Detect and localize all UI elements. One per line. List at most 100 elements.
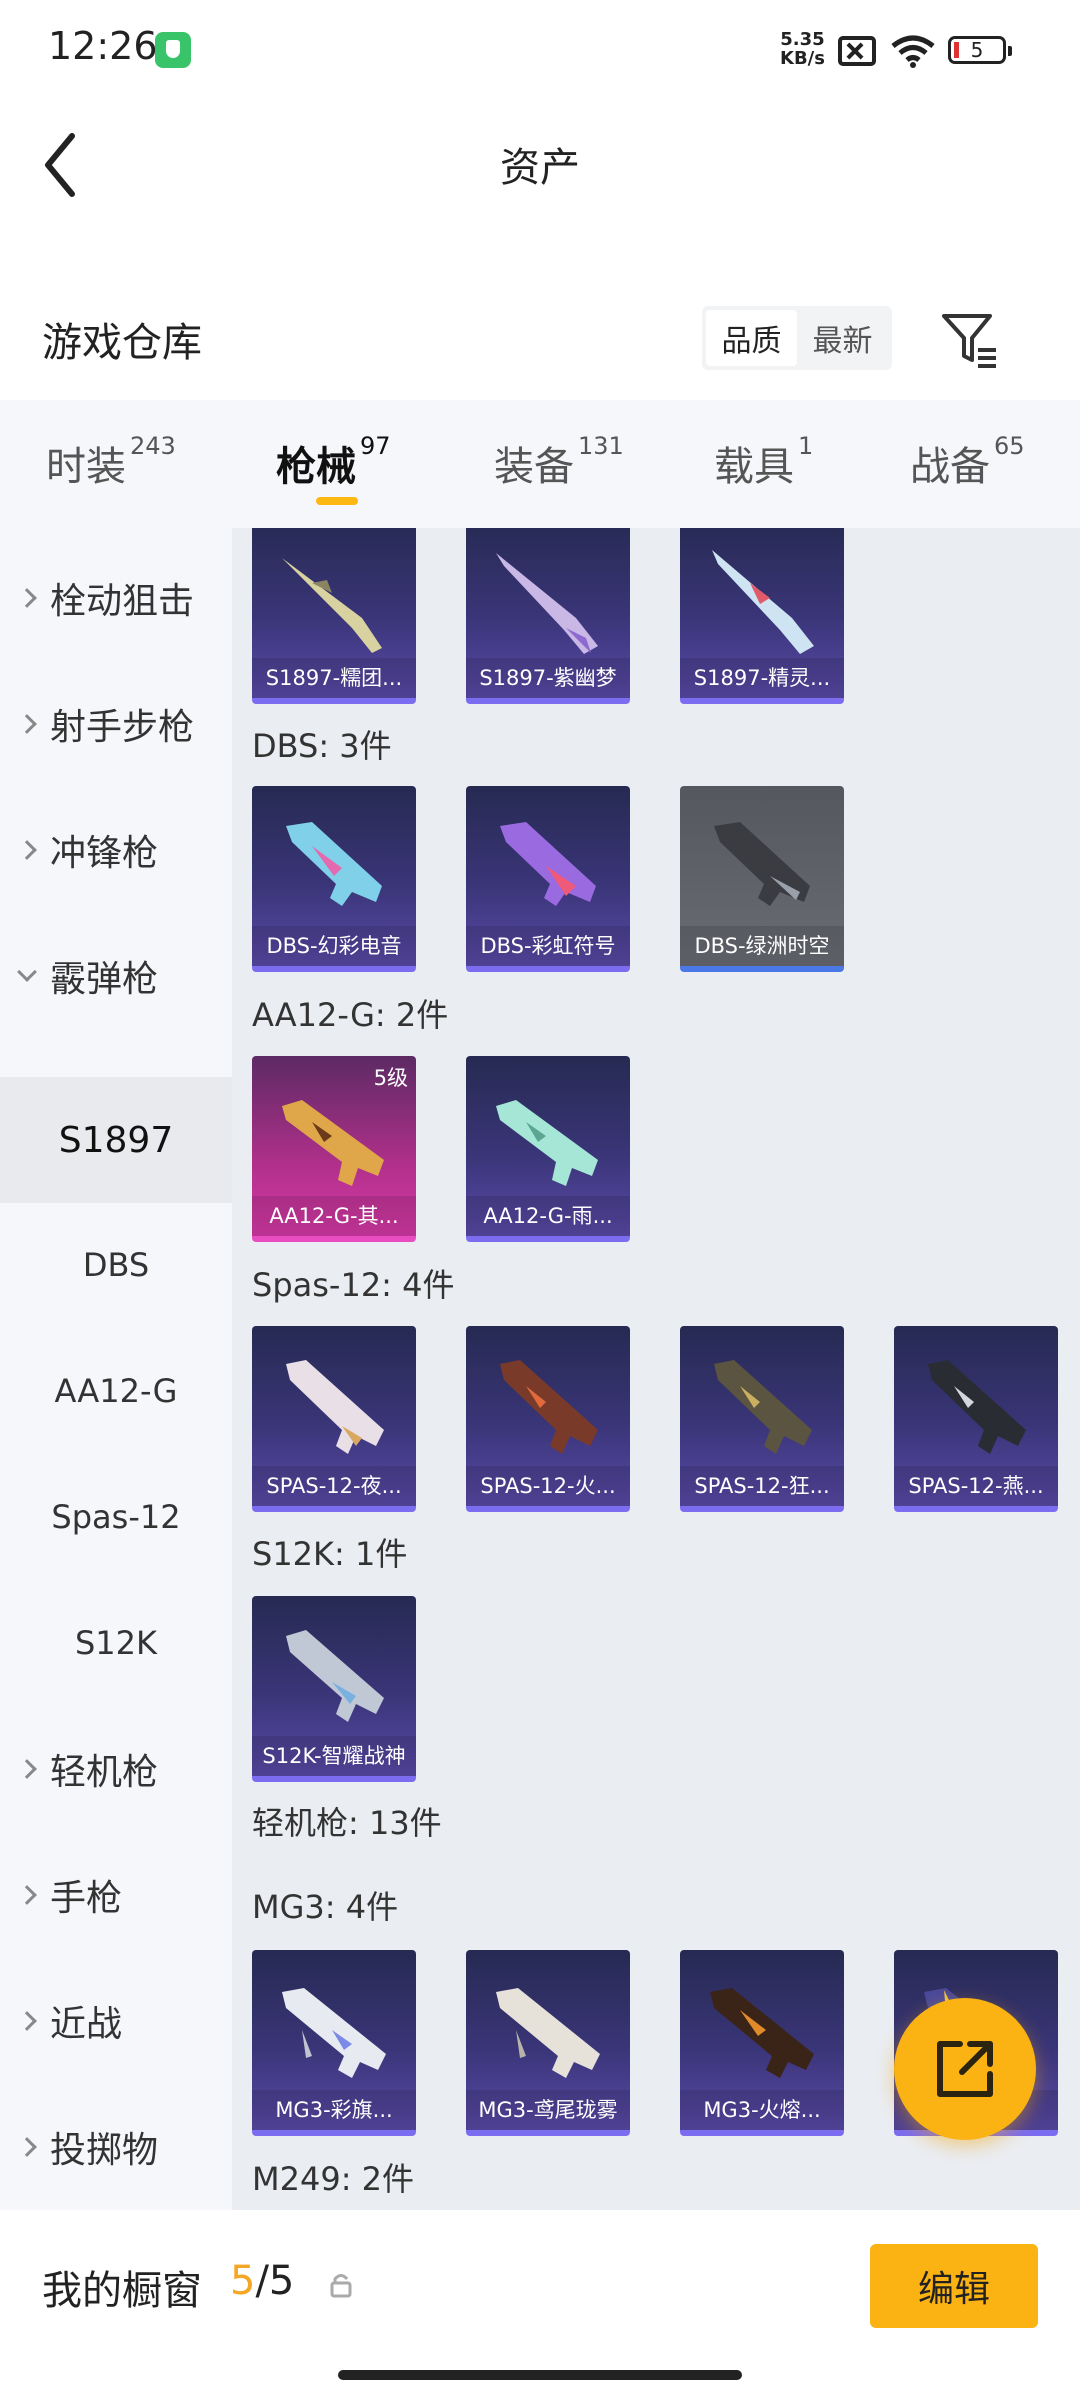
weapon-card[interactable]: DBS-彩虹符号 [466, 786, 630, 972]
tab-guns-label: 枪械 [276, 444, 356, 490]
sort-newest-button[interactable]: 最新 [797, 310, 888, 366]
weapon-card[interactable]: SPAS-12-夜... [252, 1326, 416, 1512]
tab-fashion-label: 时装 [46, 444, 126, 490]
tab-fashion-count: 243 [130, 432, 176, 460]
home-indicator[interactable] [338, 2370, 742, 2380]
sidebar-item-label: 轻机枪 [50, 1752, 159, 1793]
chevron-right-icon [17, 840, 37, 860]
weapon-card[interactable]: S1897-糯团... [252, 528, 416, 704]
weapon-card-name: AA12-G-其... [252, 1196, 416, 1236]
sidebar-sub-aa12g[interactable]: AA12-G [0, 1328, 232, 1454]
shotgun-icon [286, 822, 382, 906]
chevron-right-icon [17, 1759, 37, 1779]
sidebar-sub-s12k[interactable]: S12K [0, 1580, 232, 1706]
shotgun-icon [712, 550, 814, 654]
sidebar-item-smg[interactable]: 冲锋枪 [0, 787, 232, 913]
weapon-card[interactable]: S1897-精灵... [680, 528, 844, 704]
sidebar-item-melee[interactable]: 近战 [0, 1958, 232, 2084]
weapon-card[interactable]: SPAS-12-狂... [680, 1326, 844, 1512]
sort-quality-button[interactable]: 品质 [706, 310, 797, 366]
group-title-m249: M249: 2件 [252, 2160, 415, 2198]
shotgun-icon [500, 1360, 598, 1454]
weapon-card[interactable]: S1897-紫幽梦 [466, 528, 630, 704]
sidebar-item-marksman-rifle[interactable]: 射手步枪 [0, 661, 232, 787]
sidebar-item-label: 霰弹枪 [50, 959, 159, 1000]
tab-equipment-count: 131 [578, 432, 624, 460]
weapon-card[interactable]: 5级 AA12-G-其... [252, 1056, 416, 1242]
lock-icon [330, 2274, 352, 2298]
tab-fashion[interactable]: 时装 243 [46, 432, 176, 492]
weapon-card-name: S1897-精灵... [680, 658, 844, 698]
sidebar-item-label: 冲锋枪 [50, 833, 159, 874]
weapon-card-name: SPAS-12-夜... [252, 1466, 416, 1506]
app-root: 12:26 5.35 KB/s 5 资产 游戏仓库 品质 最新 时装 243 枪… [0, 0, 1080, 2400]
machine-gun-icon [496, 1988, 600, 2078]
weapon-card[interactable]: MG3-彩旗... [252, 1950, 416, 2136]
tab-vehicles-count: 1 [798, 432, 814, 460]
weapon-card-name: S12K-智耀战神 [252, 1736, 416, 1776]
group-title-s12k: S12K: 1件 [252, 1535, 408, 1573]
weapon-card[interactable]: MG3-火熔... [680, 1950, 844, 2136]
sidebar-item-label: 近战 [50, 2004, 123, 2045]
weapon-card-name: S1897-紫幽梦 [466, 658, 630, 698]
share-fab-button[interactable] [894, 1998, 1036, 2140]
chevron-right-icon [17, 588, 37, 608]
edit-showcase-button[interactable]: 编辑 [870, 2244, 1038, 2328]
shotgun-icon [286, 1630, 384, 1722]
weapon-card[interactable]: AA12-G-雨... [466, 1056, 630, 1242]
weapon-card-name: DBS-绿洲时空 [680, 926, 844, 966]
weapon-card-name: S1897-糯团... [252, 658, 416, 698]
machine-gun-icon [710, 1988, 814, 2078]
weapon-type-sidebar: 栓动狙击 射手步枪 冲锋枪 霰弹枪 S1897 DBS AA12-G Spas-… [0, 528, 232, 2210]
weapon-card-name: MG3-鸢尾珑雾 [466, 2090, 630, 2130]
shotgun-icon [496, 553, 598, 654]
tab-vehicles[interactable]: 载具 1 [714, 432, 814, 492]
tab-gear[interactable]: 战备 65 [910, 432, 1025, 492]
tab-vehicles-label: 载具 [714, 444, 794, 490]
weapon-card[interactable]: DBS-绿洲时空 [680, 786, 844, 972]
group-title-lmg: 轻机枪: 13件 [252, 1804, 442, 1842]
weapon-grid: S1897-糯团... S1897-紫幽梦 S1897-精灵... DBS: 3… [232, 528, 1080, 2210]
security-shield-icon [155, 32, 191, 68]
weapon-card[interactable]: DBS-幻彩电音 [252, 786, 416, 972]
weapon-card[interactable]: SPAS-12-燕... [894, 1326, 1058, 1512]
tab-equipment[interactable]: 装备 131 [494, 432, 624, 492]
shotgun-icon [282, 558, 382, 653]
shotgun-icon [714, 822, 810, 906]
showcase-title: 我的橱窗 [42, 2268, 202, 2314]
group-title-dbs: DBS: 3件 [252, 727, 392, 765]
weapon-card-name: SPAS-12-燕... [894, 1466, 1058, 1506]
tab-guns[interactable]: 枪械 97 [276, 432, 391, 492]
sidebar-item-label: 手枪 [50, 1878, 123, 1919]
chevron-right-icon [17, 714, 37, 734]
group-title-mg3: MG3: 4件 [252, 1888, 399, 1926]
battery-icon: 5 [948, 36, 1012, 64]
weapon-card-name: AA12-G-雨... [466, 1196, 630, 1236]
sort-toggle: 品质 最新 [702, 306, 892, 370]
machine-gun-icon [282, 1988, 386, 2078]
sidebar-item-label: 栓动狙击 [50, 581, 195, 622]
sidebar-item-shotgun[interactable]: 霰弹枪 [0, 913, 232, 1039]
sidebar-sub-spas12[interactable]: Spas-12 [0, 1454, 232, 1580]
shotgun-icon [714, 1360, 812, 1454]
sidebar-item-pistol[interactable]: 手枪 [0, 1832, 232, 1958]
sidebar-item-bolt-sniper[interactable]: 栓动狙击 [0, 535, 232, 661]
showcase-count-total: /5 [255, 2258, 295, 2304]
network-speed-value: 5.35 [780, 29, 825, 50]
tab-gear-count: 65 [994, 432, 1025, 460]
sidebar-item-label: 射手步枪 [50, 707, 195, 748]
active-tab-indicator [316, 497, 358, 505]
sidebar-sub-dbs[interactable]: DBS [0, 1202, 232, 1328]
status-bar: 12:26 5.35 KB/s 5 [0, 0, 1080, 100]
group-title-spas12: Spas-12: 4件 [252, 1266, 455, 1304]
sidebar-item-throwable[interactable]: 投掷物 [0, 2084, 232, 2210]
filter-icon[interactable] [940, 310, 998, 368]
weapon-card-name: DBS-彩虹符号 [466, 926, 630, 966]
weapon-card[interactable]: MG3-鸢尾珑雾 [466, 1950, 630, 2136]
sidebar-sub-s1897[interactable]: S1897 [0, 1077, 232, 1203]
weapon-card[interactable]: SPAS-12-火... [466, 1326, 630, 1512]
weapon-card[interactable]: S12K-智耀战神 [252, 1596, 416, 1782]
status-time: 12:26 [48, 24, 158, 68]
showcase-count: 5/5 [230, 2258, 294, 2304]
sidebar-item-lmg[interactable]: 轻机枪 [0, 1706, 232, 1832]
